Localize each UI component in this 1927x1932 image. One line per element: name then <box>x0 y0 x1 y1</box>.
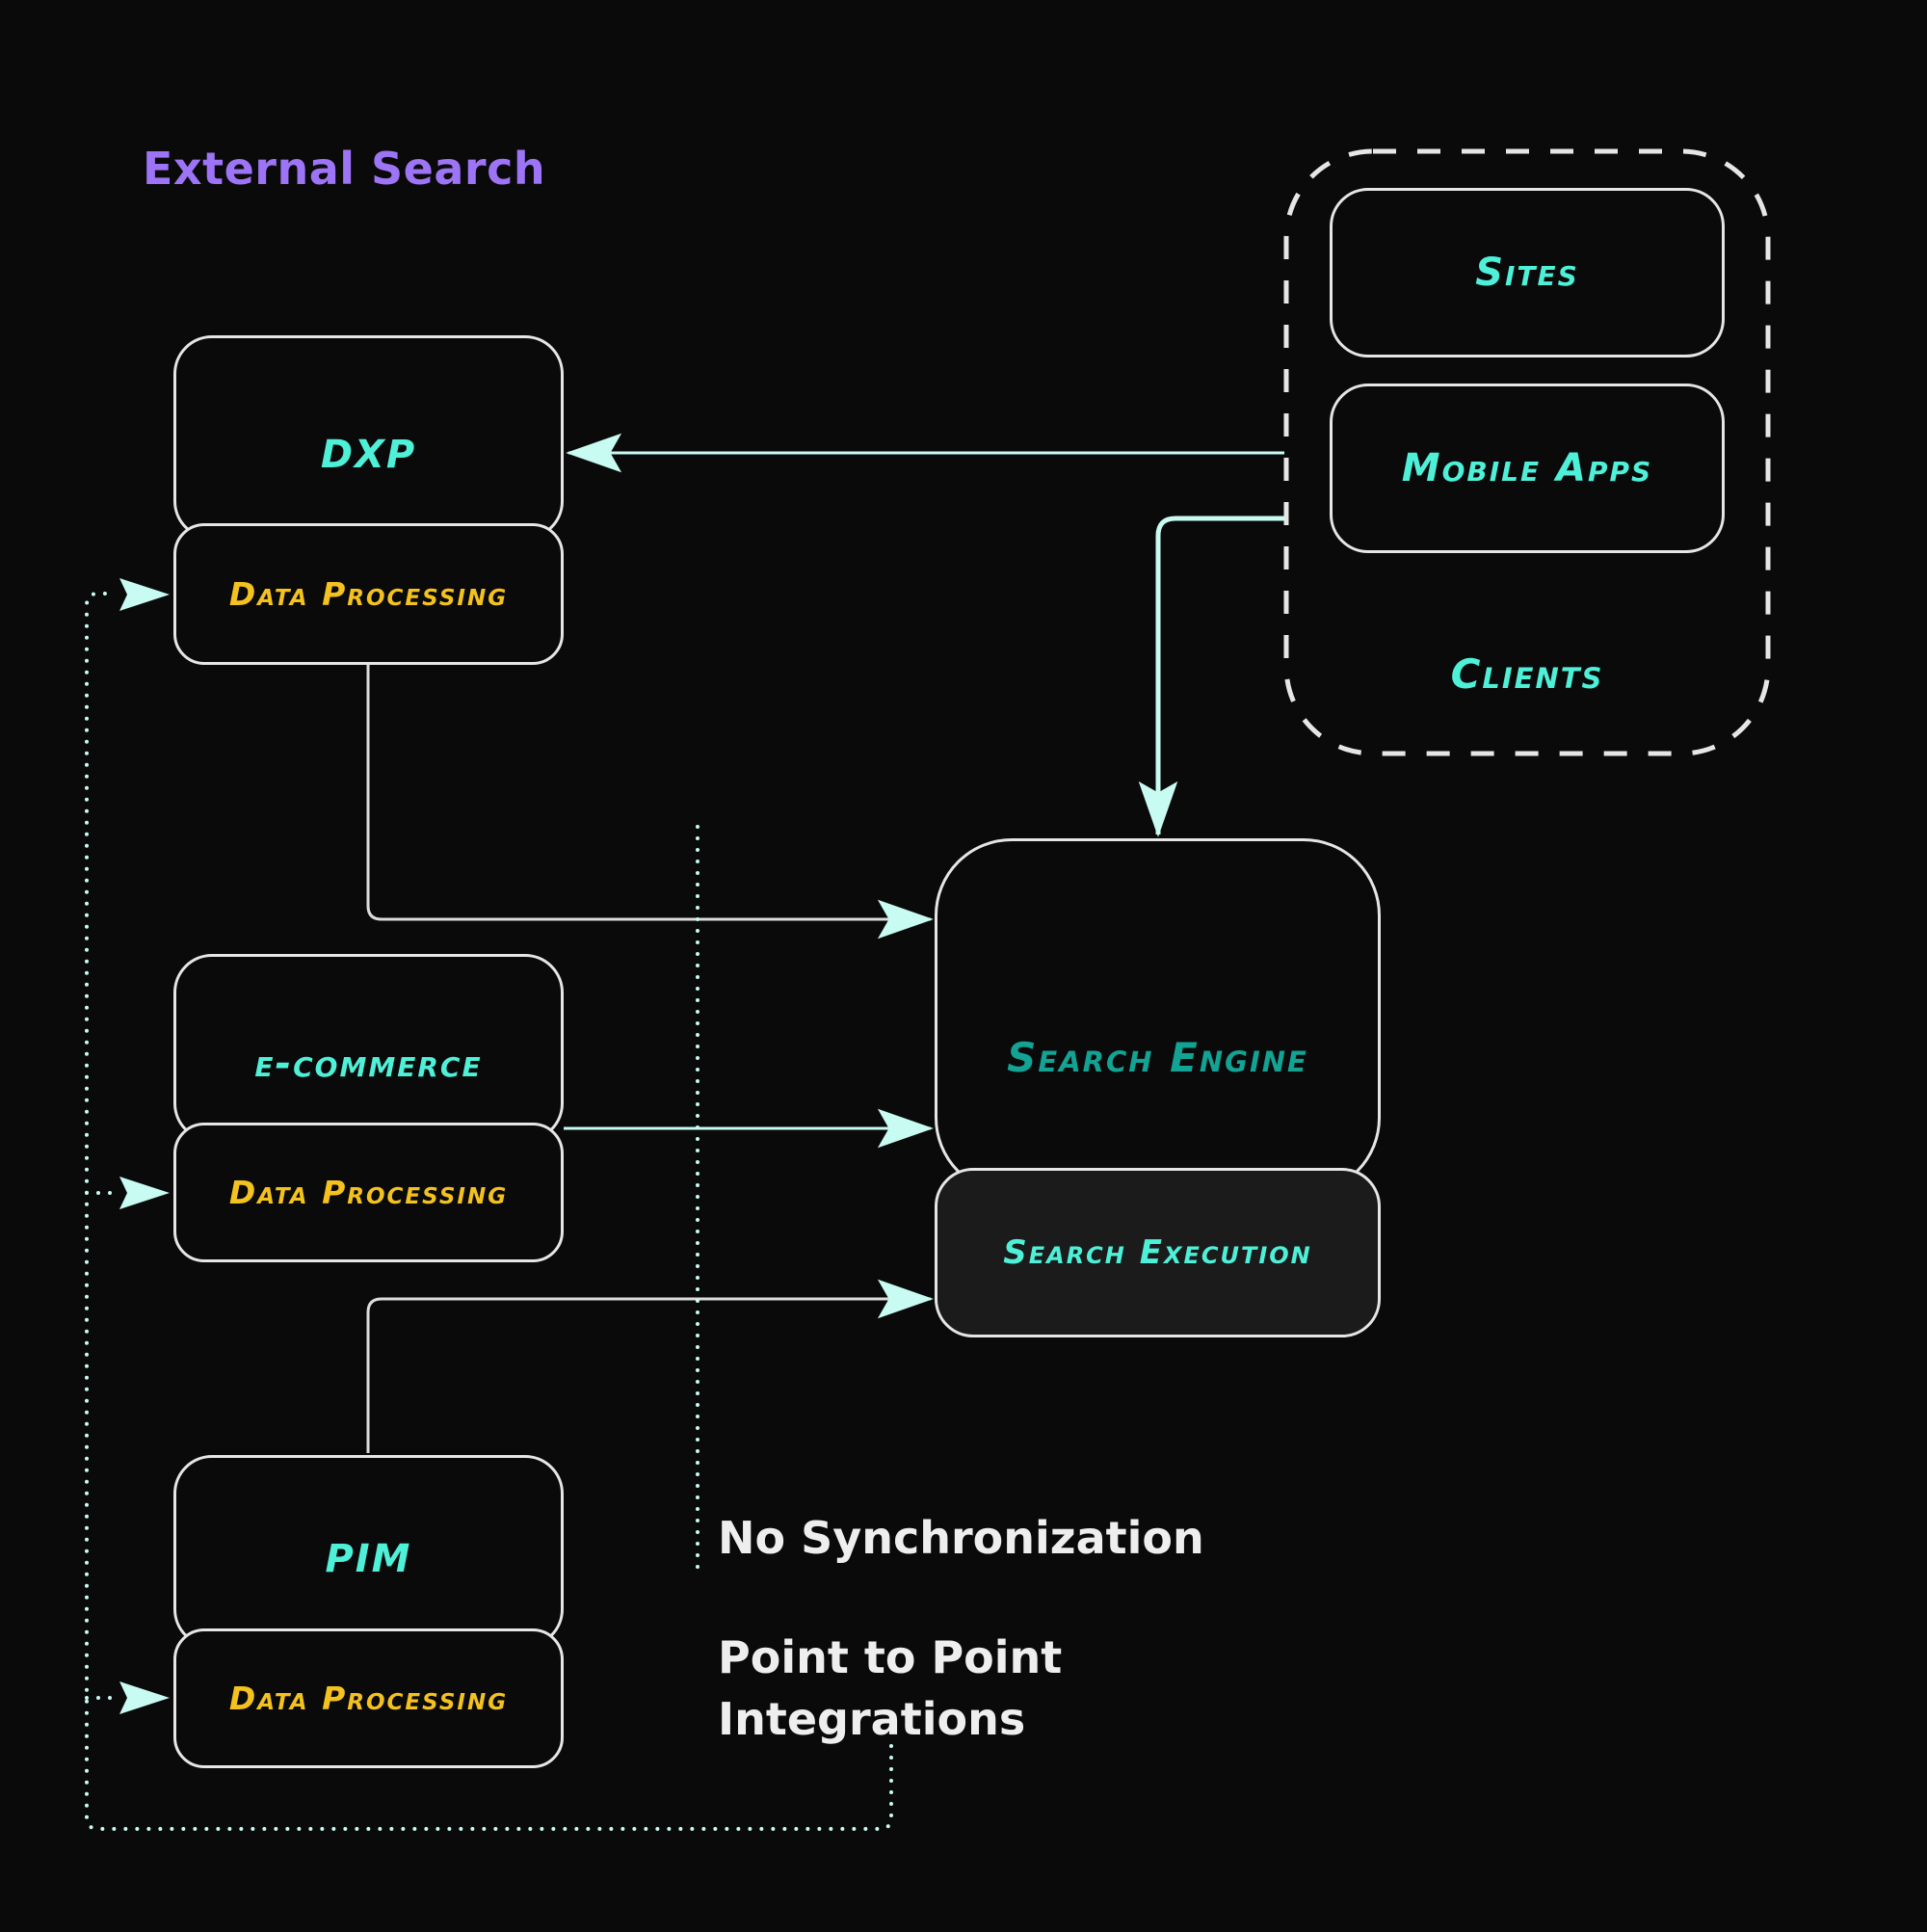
arrow-dxp-to-search-engine <box>366 665 934 940</box>
pim-label: PIM <box>325 1537 412 1581</box>
ecommerce-label: e-commerce <box>254 1042 483 1086</box>
sites-box[interactable]: Sites <box>1330 188 1725 357</box>
search-execution-label: Search Execution <box>1003 1233 1312 1272</box>
ecommerce-data-processing-box[interactable]: Data Processing <box>173 1123 564 1262</box>
mobile-apps-box[interactable]: Mobile Apps <box>1330 384 1725 553</box>
arrowhead-dxp-processing <box>119 578 170 611</box>
dxp-label: DXP <box>320 433 417 477</box>
point-to-point-note-line1: Point to Point <box>718 1631 1063 1683</box>
dxp-data-processing-label: Data Processing <box>228 575 509 613</box>
sites-label: Sites <box>1475 251 1579 295</box>
no-synchronization-note: No Synchronization <box>718 1512 1204 1564</box>
mobile-apps-label: Mobile Apps <box>1401 446 1653 490</box>
point-to-point-note-line2: Integrations <box>718 1693 1026 1745</box>
search-engine-label: Search Engine <box>1007 1034 1308 1081</box>
clients-group-label: Clients <box>1450 650 1604 698</box>
arrowhead-ecommerce-processing <box>119 1177 170 1209</box>
pim-box[interactable]: PIM <box>173 1455 564 1648</box>
ecommerce-box[interactable]: e-commerce <box>173 954 564 1142</box>
diagram-title: External Search <box>143 143 546 195</box>
arrow-clients-to-search-engine <box>1138 516 1286 837</box>
search-engine-box[interactable]: Search Engine <box>935 838 1381 1195</box>
ecommerce-data-processing-label: Data Processing <box>228 1174 509 1211</box>
search-execution-box[interactable]: Search Execution <box>935 1168 1381 1337</box>
arrow-pim-to-search-execution <box>366 1279 934 1453</box>
dxp-data-processing-box[interactable]: Data Processing <box>173 523 564 665</box>
dxp-box[interactable]: DXP <box>173 335 564 540</box>
pim-data-processing-box[interactable]: Data Processing <box>173 1628 564 1768</box>
pim-data-processing-label: Data Processing <box>228 1680 509 1717</box>
arrowhead-pim-processing <box>119 1681 170 1714</box>
